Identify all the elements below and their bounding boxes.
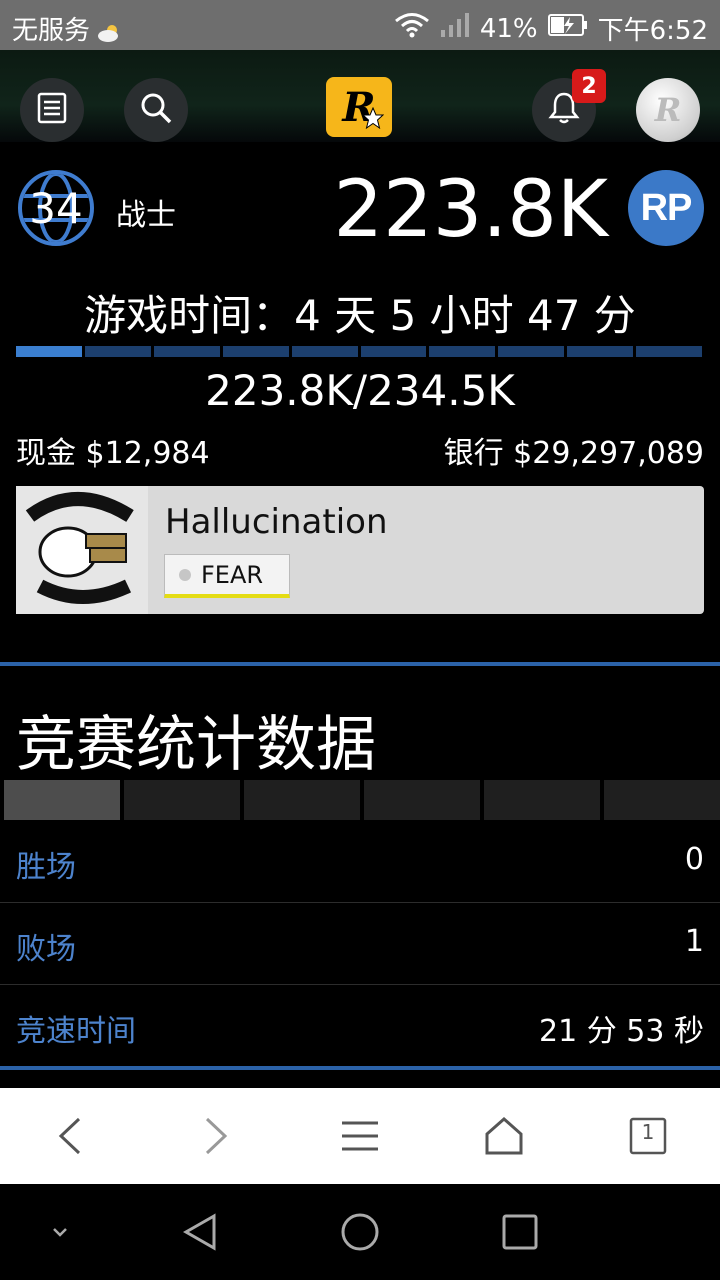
battery-icon [547, 13, 588, 44]
stat-label: 胜场 [16, 850, 76, 885]
cash-amount: 现金 $12,984 [16, 436, 210, 471]
collapse-button[interactable] [30, 1204, 90, 1260]
stat-row: 败场 1 [0, 904, 720, 985]
rp-progress-segment [636, 346, 703, 357]
signal-icon [440, 12, 470, 45]
circle-home-icon [341, 1213, 379, 1251]
forward-button[interactable] [186, 1106, 246, 1166]
playtime: 游戏时间：4 天 5 小时 47 分 [84, 291, 636, 340]
hamburger-icon [342, 1121, 378, 1151]
system-home-button[interactable] [330, 1204, 390, 1260]
stat-row: 竞速时间 21 分 53 秒 [0, 986, 720, 1066]
level-number: 34 [29, 183, 83, 233]
rank-label: 战士 [116, 198, 176, 233]
rp-progress-fill [16, 346, 82, 357]
stat-value: 21 分 53 秒 [539, 1014, 704, 1049]
section-divider [0, 1066, 720, 1070]
search-icon [139, 91, 173, 129]
search-button[interactable] [124, 78, 188, 142]
bank-amount: 银行 $29,297,089 [443, 436, 704, 471]
crew-tag: FEAR [164, 554, 290, 598]
carrier-label: 无服务 [12, 16, 91, 46]
avatar[interactable]: R [636, 78, 700, 142]
rp-progress-segment [291, 346, 358, 357]
rp-progress-segment [360, 346, 427, 357]
stats-tab-strip [4, 780, 720, 820]
stat-value: 0 [684, 842, 704, 877]
section-title: 竞赛统计数据 [16, 710, 376, 780]
stat-value: 1 [684, 924, 704, 959]
rp-progress-segment [567, 346, 634, 357]
stats-tab[interactable] [4, 780, 120, 820]
rp-progress-segment [498, 346, 565, 357]
menu-icon [35, 91, 69, 129]
stats-tab[interactable] [244, 780, 360, 820]
tabs-button[interactable]: 1 [618, 1106, 678, 1166]
rp-value: 223.8K [333, 165, 608, 255]
notification-badge: 2 [572, 69, 606, 103]
crew-name: Hallucination [165, 502, 388, 542]
home-icon [485, 1116, 523, 1155]
wifi-icon [394, 12, 430, 45]
stats-tab[interactable] [604, 780, 720, 820]
rp-progress-segment [84, 346, 151, 357]
stat-label: 竞速时间 [16, 1014, 136, 1049]
forward-icon [205, 1117, 228, 1155]
star-icon [362, 107, 384, 129]
stat-label: 败场 [16, 932, 76, 967]
triangle-back-icon [182, 1213, 216, 1251]
rp-progress-text: 223.8K/234.5K [205, 366, 515, 415]
stats-tab[interactable] [364, 780, 480, 820]
system-recents-button[interactable] [490, 1204, 550, 1260]
status-bar: 无服务 41% 下午6:52 [0, 0, 720, 50]
system-nav-bar [0, 1184, 720, 1280]
back-icon [58, 1117, 81, 1155]
section-divider [0, 662, 720, 666]
menu-list-button[interactable] [330, 1106, 390, 1166]
system-back-button[interactable] [170, 1204, 230, 1260]
stat-row: 胜场 0 [0, 822, 720, 903]
square-recents-icon [502, 1214, 538, 1250]
rp-icon: RP [628, 170, 704, 246]
chevron-down-icon [53, 1228, 67, 1237]
menu-button[interactable] [20, 78, 84, 142]
clock: 下午6:52 [597, 16, 708, 46]
rockstar-logo[interactable]: R [326, 77, 392, 137]
crew-emblem [16, 486, 148, 614]
rp-progress-segment [429, 346, 496, 357]
back-button[interactable] [40, 1106, 100, 1166]
stats-tab[interactable] [124, 780, 240, 820]
tab-count: 1 [641, 1120, 655, 1144]
home-button[interactable] [474, 1106, 534, 1166]
weather-icon [96, 20, 122, 42]
avatar-letter: R [654, 91, 682, 129]
rp-progress-segment [153, 346, 220, 357]
stats-tab[interactable] [484, 780, 600, 820]
crew-card[interactable]: Hallucination FEAR [16, 486, 704, 614]
crew-tag-label: FEAR [201, 560, 264, 589]
level-badge: 34 [18, 170, 94, 246]
rp-progress-segment [222, 346, 289, 357]
browser-toolbar: 1 [0, 1088, 720, 1184]
crew-dot-icon [179, 568, 191, 581]
rp-progress-track [16, 346, 703, 357]
battery-text: 41% [479, 13, 538, 44]
